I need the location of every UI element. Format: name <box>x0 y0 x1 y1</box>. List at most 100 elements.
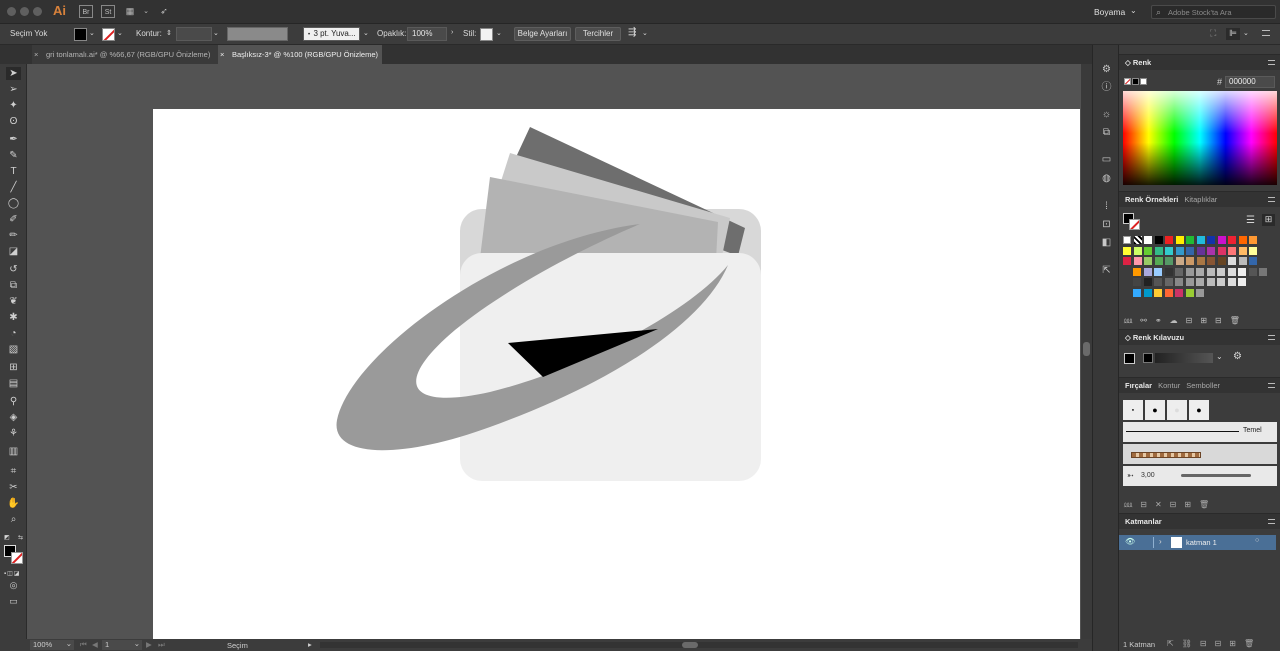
current-tool-status[interactable]: Seçim <box>227 641 248 650</box>
color-swatch[interactable] <box>1186 257 1194 265</box>
stock-search-field[interactable]: ⌕ Adobe Stock'ta Ara <box>1151 5 1276 19</box>
ellipse-tool-icon[interactable]: ◯ <box>6 197 21 210</box>
color-swatch[interactable] <box>1207 246 1215 255</box>
color-group-icon[interactable]: ⚙ <box>1233 351 1242 362</box>
panel-menu-icon[interactable] <box>1268 519 1275 524</box>
color-swatch[interactable] <box>1238 267 1246 276</box>
color-swatch[interactable] <box>1227 278 1236 286</box>
blend-tool-icon[interactable]: ◈ <box>6 411 21 424</box>
hand-tool-icon[interactable]: ✋ <box>6 497 21 510</box>
chevron-down-icon[interactable]: ⌄ <box>642 29 648 37</box>
stroke-color-swatch[interactable] <box>102 28 115 41</box>
color-swatch[interactable] <box>1154 257 1163 265</box>
stroke-swatch[interactable] <box>1129 219 1140 230</box>
color-swatch[interactable] <box>1185 267 1194 276</box>
color-swatch[interactable] <box>1133 267 1141 276</box>
color-swatch[interactable] <box>1249 257 1257 265</box>
shaper-tool-icon[interactable]: ✏ <box>6 229 21 242</box>
swatch-footer-icons[interactable]: ⅏⚯⚭☁⊟⊞⊟🗑 <box>1124 315 1274 326</box>
color-swatch[interactable] <box>1133 288 1141 297</box>
color-swatch[interactable] <box>1175 257 1184 265</box>
target-circle-icon[interactable]: ○ <box>1255 537 1259 544</box>
color-spectrum[interactable] <box>1123 91 1277 185</box>
curvature-tool-icon[interactable]: ✎ <box>6 149 21 162</box>
color-swatch[interactable] <box>1196 257 1205 265</box>
gpu-performance-icon[interactable]: ➶ <box>157 5 171 18</box>
color-swatch[interactable] <box>1123 246 1131 255</box>
color-swatch[interactable] <box>1143 288 1152 297</box>
stroke-weight-stepper[interactable]: ⇕ <box>166 29 172 37</box>
stroke-weight-input[interactable] <box>176 27 212 41</box>
horizontal-scroll-thumb[interactable] <box>682 642 698 648</box>
chevron-down-icon[interactable]: ⌄ <box>496 29 502 37</box>
color-swatch[interactable] <box>1164 267 1173 276</box>
layer-row[interactable]: 👁 › katman 1 ○ <box>1119 535 1276 550</box>
color-swatch[interactable] <box>1228 236 1236 244</box>
color-swatch[interactable] <box>1228 246 1236 255</box>
color-swatch[interactable] <box>1143 267 1152 276</box>
layers-panel-header[interactable]: Katmanlar <box>1119 513 1280 529</box>
last-artboard-icon[interactable]: ⏭ <box>158 640 165 650</box>
line-tool-icon[interactable]: ╱ <box>6 181 21 194</box>
next-artboard-icon[interactable]: ▶ <box>146 640 152 649</box>
color-swatch[interactable] <box>1238 278 1246 286</box>
swatches-panel-header[interactable]: Renk Örnekleri Kitaplıklar <box>1119 191 1280 207</box>
chevron-down-icon[interactable]: ⌄ <box>117 29 123 37</box>
visibility-eye-icon[interactable]: 👁 <box>1125 537 1135 546</box>
color-swatch[interactable] <box>1154 267 1162 276</box>
scale-tool-icon[interactable]: ⧉ <box>6 279 21 292</box>
color-swatch[interactable] <box>1185 288 1194 297</box>
shape-builder-tool-icon[interactable]: ◔ <box>6 327 21 340</box>
color-swatch[interactable] <box>1196 236 1205 244</box>
vertical-scroll-thumb[interactable] <box>1083 342 1090 356</box>
chevron-down-icon[interactable]: ⌄ <box>139 5 153 18</box>
none-swatch[interactable] <box>1124 78 1131 85</box>
color-swatch[interactable] <box>1217 246 1226 255</box>
color-swatch[interactable] <box>1238 236 1247 244</box>
color-swatch[interactable] <box>1249 246 1257 255</box>
selection-tool-icon[interactable]: ➤ <box>6 67 21 80</box>
brush-preset-dot-large[interactable]: ● <box>1189 400 1209 420</box>
align-icon[interactable]: ⇶ <box>628 27 636 38</box>
tab-gri-tonlamali[interactable]: × gri tonlamalı.ai* @ %66,67 (RGB/GPU Ön… <box>32 45 218 64</box>
artboard[interactable] <box>153 109 1080 639</box>
color-swatch[interactable] <box>1133 236 1142 244</box>
color-swatch[interactable] <box>1144 246 1152 255</box>
guide-swatch[interactable] <box>1143 353 1153 363</box>
color-swatch[interactable] <box>1238 257 1247 265</box>
rotate-tool-icon[interactable]: ↺ <box>6 263 21 276</box>
info-icon[interactable]: ⓘ <box>1099 81 1114 94</box>
status-menu-icon[interactable]: ▸ <box>308 640 312 649</box>
preferences-button[interactable]: Tercihler <box>575 27 621 41</box>
properties-gear-icon[interactable]: ⚙ <box>1099 63 1114 76</box>
basic-brush-row[interactable]: Temel <box>1123 422 1277 442</box>
color-swatch[interactable] <box>1133 257 1142 265</box>
black-swatch[interactable] <box>1132 78 1139 85</box>
pathfinder-icon[interactable]: ◧ <box>1099 236 1114 249</box>
eyedropper-tool-icon[interactable]: ⚲ <box>6 395 21 408</box>
brush-preset-dot-small[interactable]: ● <box>1123 400 1143 420</box>
artboard-number-field[interactable]: 1 ⌄ <box>102 639 142 650</box>
transform-icon[interactable]: ⊡ <box>1099 218 1114 231</box>
collapse-icon[interactable]: ◇ <box>1125 333 1133 342</box>
color-swatch[interactable] <box>1175 267 1183 276</box>
appearance-sun-icon[interactable]: ☼ <box>1099 108 1114 121</box>
color-swatch[interactable] <box>1186 246 1194 255</box>
tab-symbols[interactable]: Semboller <box>1186 381 1220 390</box>
chevron-down-icon[interactable]: ⌄ <box>1243 29 1249 37</box>
tab-libraries[interactable]: Kitaplıklar <box>1184 195 1217 204</box>
export-icon[interactable]: ⇱ <box>1099 264 1114 277</box>
color-swatch[interactable] <box>1175 288 1183 297</box>
warp-tool-icon[interactable]: ❦ <box>6 295 21 308</box>
color-panel-header[interactable]: ◇ Renk <box>1119 54 1280 70</box>
layer-footer-icons[interactable]: ⇱⛓⊟⊟⊞🗑 <box>1167 639 1277 648</box>
color-swatch[interactable] <box>1206 267 1215 276</box>
color-swatch[interactable] <box>1228 257 1236 265</box>
stock-icon[interactable]: St <box>101 5 115 18</box>
grid-view-icon[interactable]: ⊞ <box>1262 214 1275 226</box>
expand-chevron-icon[interactable]: › <box>1159 537 1162 546</box>
color-swatch[interactable] <box>1133 278 1141 286</box>
brushes-panel-header[interactable]: Fırçalar Kontur Semboller <box>1119 377 1280 393</box>
document-setup-button[interactable]: Belge Ayarları <box>514 27 571 41</box>
gradient-icon[interactable]: ◍ <box>1099 172 1114 185</box>
